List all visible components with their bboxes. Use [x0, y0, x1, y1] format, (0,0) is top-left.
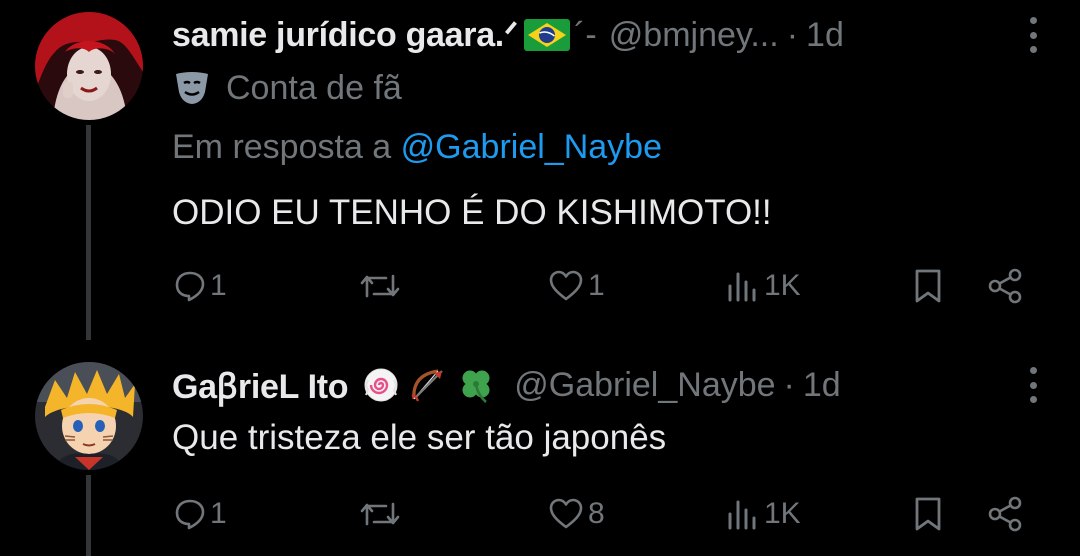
analytics-icon — [726, 270, 760, 302]
reply-mention-link[interactable]: @Gabriel_Naybe — [401, 128, 662, 166]
view-count: 1K — [764, 269, 801, 302]
avatar[interactable] — [35, 12, 143, 120]
share-button[interactable] — [987, 264, 1025, 308]
reply-button[interactable]: 1 — [174, 492, 227, 536]
bow-and-arrow-icon — [408, 365, 448, 405]
timestamp[interactable]: 1d — [803, 366, 841, 405]
display-name[interactable]: samie jurídico gaara.ᐟ — [172, 15, 518, 55]
tweet-header: samie jurídico gaara.ᐟ ´- @bmjney... · 1… — [172, 13, 1080, 57]
retweet-icon — [358, 498, 402, 530]
badge-label: Conta de fã — [226, 68, 402, 107]
bookmark-button[interactable] — [912, 264, 944, 308]
action-bar: 1 1 1K — [0, 264, 1080, 308]
bookmark-button[interactable] — [912, 492, 944, 536]
handle[interactable]: @Gabriel_Naybe — [514, 366, 775, 405]
views-button[interactable]: 1K — [726, 264, 801, 308]
narutomaki-icon — [362, 366, 400, 404]
reply-context: Em resposta a @Gabriel_Naybe — [172, 128, 662, 167]
timestamp[interactable]: 1d — [806, 16, 844, 55]
reply-count: 1 — [210, 269, 227, 302]
more-options-icon[interactable] — [1026, 367, 1040, 403]
reply-count: 1 — [210, 497, 227, 530]
fan-account-badge: Conta de fã — [172, 68, 402, 108]
separator-dot: · — [786, 15, 799, 54]
share-button[interactable] — [987, 492, 1025, 536]
four-leaf-clover-icon — [456, 365, 496, 405]
handle[interactable]: @bmjney... — [609, 16, 779, 55]
like-button[interactable]: 8 — [548, 492, 605, 536]
tweet[interactable]: GaꞵrieL Ito @Gabriel_Naybe · 1d Que tris… — [0, 340, 1080, 556]
retweet-button[interactable] — [358, 264, 406, 308]
reply-icon — [174, 270, 206, 302]
theater-mask-icon — [172, 70, 212, 106]
analytics-icon — [726, 498, 760, 530]
more-options-icon[interactable] — [1026, 17, 1040, 53]
bookmark-icon — [912, 268, 944, 304]
retweet-button[interactable] — [358, 492, 406, 536]
share-icon — [987, 496, 1025, 532]
reply-icon — [174, 498, 206, 530]
separator-dot: · — [783, 365, 795, 404]
like-count: 1 — [588, 269, 605, 302]
retweet-icon — [358, 270, 402, 302]
share-icon — [987, 268, 1025, 304]
reply-prefix: Em resposta a — [172, 128, 392, 166]
display-name[interactable]: GaꞵrieL Ito — [172, 362, 349, 408]
reply-button[interactable]: 1 — [174, 264, 227, 308]
tweet-header: GaꞵrieL Ito @Gabriel_Naybe · 1d — [172, 363, 1080, 407]
action-bar: 1 8 1K — [0, 492, 1080, 536]
avatar[interactable] — [35, 362, 143, 470]
tweet-text: ODIO EU TENHO É DO KISHIMOTO!! — [172, 193, 772, 232]
name-suffix: ´- — [574, 15, 597, 54]
tweet-text: Que tristeza ele ser tão japonês — [172, 418, 667, 457]
heart-icon — [548, 498, 584, 530]
bookmark-icon — [912, 496, 944, 532]
heart-icon — [548, 270, 584, 302]
like-count: 8 — [588, 497, 605, 530]
brazil-flag-icon — [524, 19, 571, 51]
views-button[interactable]: 1K — [726, 492, 801, 536]
tweet[interactable]: samie jurídico gaara.ᐟ ´- @bmjney... · 1… — [0, 0, 1080, 340]
view-count: 1K — [764, 497, 801, 530]
like-button[interactable]: 1 — [548, 264, 605, 308]
